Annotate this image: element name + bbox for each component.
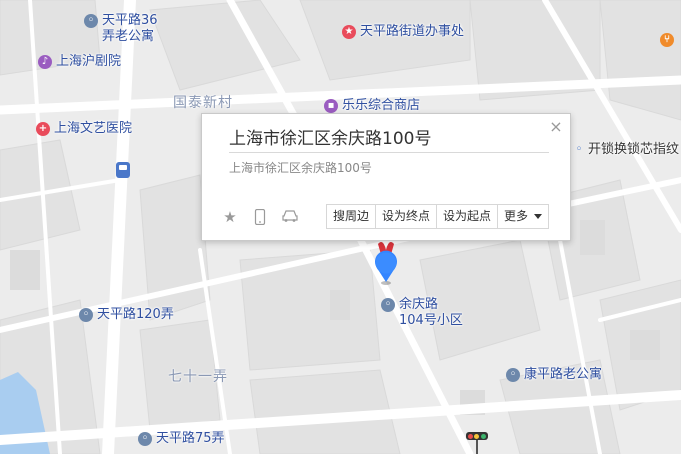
poi-label: 开锁换锁芯指纹 <box>588 142 680 157</box>
building-icon: ◦ <box>138 432 152 446</box>
poi-label-line2: 弄老公寓 <box>102 29 155 44</box>
poi-lele-store[interactable]: ▪ 乐乐综合商店 <box>324 98 420 114</box>
poi-label: 康平路老公寓 <box>524 367 603 382</box>
poi-label: 上海沪剧院 <box>56 54 122 69</box>
building-icon: ◦ <box>84 14 98 28</box>
restaurant-icon: ⑂ <box>660 33 674 47</box>
poi-tianpinglu-75-nong[interactable]: ◦ 天平路75弄 <box>138 431 225 447</box>
info-window: 上海市徐汇区余庆路100号 × 上海市徐汇区余庆路100号 ★ 搜周边 设为终点… <box>201 113 571 241</box>
dot-icon: ◦ <box>575 144 583 155</box>
building-icon: ◦ <box>381 298 395 312</box>
info-window-actions: 搜周边 设为终点 设为起点 更多 <box>326 204 550 229</box>
poi-restaurant[interactable]: ⑂ <box>660 32 674 47</box>
government-icon: ★ <box>342 25 356 39</box>
set-as-destination-button[interactable]: 设为终点 <box>376 205 438 228</box>
send-to-phone-icon[interactable] <box>252 208 268 226</box>
poi-label: 余庆路 <box>399 297 439 312</box>
building-icon: ◦ <box>79 308 93 322</box>
poi-shanghai-wenyi-hospital[interactable]: + 上海文艺医院 <box>36 121 132 137</box>
poi-tianpinglu-subdistrict-office[interactable]: ★ 天平路街道办事处 <box>342 24 464 40</box>
close-icon[interactable]: × <box>549 119 563 135</box>
poi-kangpinglu-old-apartment[interactable]: ◦ 康平路老公寓 <box>506 367 602 383</box>
car-icon[interactable] <box>280 209 300 225</box>
poi-label: 天平路120弄 <box>97 307 174 322</box>
traffic-light-icon <box>466 432 488 440</box>
hospital-icon: + <box>36 122 50 136</box>
poi-label: 天平路36 <box>102 13 158 28</box>
poi-label: 天平路街道办事处 <box>360 24 465 39</box>
search-nearby-button[interactable]: 搜周边 <box>327 205 377 228</box>
poi-shanghai-huju-theatre[interactable]: ♪ 上海沪剧院 <box>38 54 121 70</box>
poi-label-line2: 104号小区 <box>399 313 463 328</box>
building-icon: ◦ <box>506 368 520 382</box>
bus-stop-icon[interactable] <box>116 162 130 178</box>
favorite-star-icon[interactable]: ★ <box>222 209 238 225</box>
poi-label: 上海文艺医院 <box>54 121 133 136</box>
info-window-address: 上海市徐汇区余庆路100号 <box>229 161 372 175</box>
poi-label: 乐乐综合商店 <box>342 98 421 113</box>
poi-yuqinglu-104-community[interactable]: ◦ 余庆路 104号小区 <box>381 297 463 329</box>
poi-label: 天平路75弄 <box>156 431 225 446</box>
poi-tianpinglu-120-nong[interactable]: ◦ 天平路120弄 <box>79 307 174 323</box>
shopping-icon: ▪ <box>324 99 338 113</box>
poi-locksmith[interactable]: ◦ 开锁换锁芯指纹 <box>574 142 679 158</box>
area-label-guotai-xincun: 国泰新村 <box>173 95 233 111</box>
theatre-icon: ♪ <box>38 55 52 69</box>
more-dropdown-button[interactable]: 更多 <box>498 205 549 228</box>
info-window-title: 上海市徐汇区余庆路100号 <box>229 129 432 149</box>
traffic-light-pole <box>476 440 478 454</box>
set-as-start-button[interactable]: 设为起点 <box>437 205 499 228</box>
divider <box>229 152 549 153</box>
area-label-qishiyi-nong: 七十一弄 <box>168 369 228 385</box>
poi-tianpinglu-36-nong[interactable]: ◦ 天平路36 弄老公寓 <box>84 13 158 45</box>
more-label: 更多 <box>504 209 529 223</box>
caret-down-icon <box>534 214 543 219</box>
